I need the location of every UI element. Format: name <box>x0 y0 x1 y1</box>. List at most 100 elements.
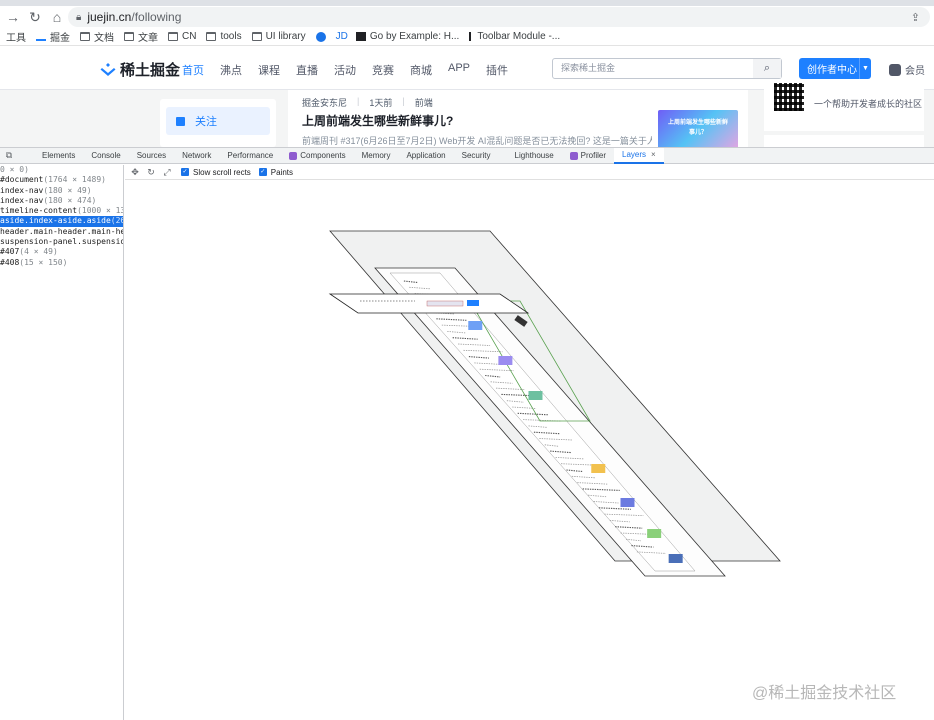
layer-size: (180 × 49) <box>43 185 92 195</box>
nav-item-following[interactable]: 关注 <box>166 107 270 135</box>
index-nav: 关注 <box>160 99 276 147</box>
feed-title[interactable]: 上周前端发生哪些新鲜事儿? <box>302 112 453 129</box>
layer-size: (4 × 49) <box>19 247 58 257</box>
bookmark-jd[interactable]: JD <box>336 31 348 42</box>
tab-memory[interactable]: Memory <box>354 148 399 164</box>
close-icon[interactable]: × <box>651 150 656 159</box>
header-creator-button <box>467 300 479 306</box>
nav-item-plugins[interactable]: 插件 <box>486 62 508 78</box>
header-search-box <box>426 300 464 307</box>
pan-mode-icon[interactable]: ✥ <box>127 167 143 178</box>
bookmark-docs[interactable]: 文档 <box>80 29 114 44</box>
nav-item-app[interactable]: APP <box>448 62 470 78</box>
layers-3d-svg[interactable] <box>125 181 934 720</box>
bookmark-tools-folder[interactable]: tools <box>206 31 242 42</box>
bookmark-label: tools <box>220 31 242 42</box>
bookmark-label: UI library <box>265 31 306 42</box>
layer-name: index-nav <box>0 195 44 205</box>
vip-icon <box>889 63 901 76</box>
reload-icon[interactable]: ↻ <box>24 6 46 28</box>
bookmark-juejin[interactable]: 掘金 <box>36 29 70 44</box>
layer-name: #document <box>0 175 44 185</box>
layer-tree-row[interactable]: 0 × 0) <box>0 165 123 175</box>
feed-tag[interactable]: 前端 <box>415 96 433 109</box>
feed-description: 前端周刊 #317(6月26日至7月2日) Web开发 AI混乱问题是否已无法挽… <box>302 136 652 146</box>
site-search-input[interactable]: 探索稀土掘金 ⌕ <box>552 58 782 79</box>
nav-item-shop[interactable]: 商城 <box>410 62 432 78</box>
tab-lighthouse[interactable]: Lighthouse <box>507 148 562 164</box>
lock-icon[interactable]: 🔒︎ <box>76 12 81 23</box>
layer-tree-row[interactable]: #407(4 × 49) <box>0 247 123 257</box>
bookmark-tools[interactable]: 工具 <box>6 29 26 44</box>
nav-item-events[interactable]: 活动 <box>334 62 356 78</box>
tab-elements[interactable]: Elements <box>34 148 83 164</box>
layer-name: aside.index-aside.aside <box>0 216 111 226</box>
bookmark-toolbar-module[interactable]: Toolbar Module -... <box>469 31 560 42</box>
device-toolbar-icon[interactable]: ⧉ <box>0 148 18 164</box>
home-icon[interactable]: ⌂ <box>46 6 68 28</box>
app-download-card[interactable]: 一个帮助开发者成长的社区 <box>764 79 924 131</box>
layer-tree-row[interactable]: timeline-content(1000 × 1389) <box>0 206 123 216</box>
layer-tree-row[interactable]: #document(1764 × 1489) <box>0 175 123 185</box>
bookmark-go-by-example[interactable]: Go by Example: H... <box>355 31 460 42</box>
rotate-mode-icon[interactable]: ↻ <box>143 167 159 178</box>
search-icon[interactable]: ⌕ <box>753 59 781 78</box>
vip-link[interactable]: 会员 <box>889 62 925 77</box>
sidebar-card <box>764 135 924 147</box>
chevron-down-icon[interactable]: ▼ <box>859 58 871 79</box>
slow-scroll-rects-checkbox[interactable]: ✓ Slow scroll rects <box>181 168 251 177</box>
vip-label: 会员 <box>905 66 925 77</box>
layer-tree-row[interactable]: suspension-panel.suspension-panel <box>0 237 123 247</box>
layer-name: index-nav <box>0 185 44 195</box>
share-icon[interactable]: ⇪ <box>911 11 920 24</box>
tab-profiler[interactable]: Profiler <box>562 148 614 164</box>
nav-item-contests[interactable]: 竞赛 <box>372 62 394 78</box>
layers-3d-view[interactable] <box>125 181 934 720</box>
article-thumbnail <box>591 464 606 473</box>
layer-tree-row[interactable]: index-nav(180 × 474) <box>0 196 123 206</box>
forward-icon[interactable]: → <box>2 6 24 28</box>
juejin-icon <box>36 32 46 41</box>
feed-item[interactable]: 掘金安东尼 | 1天前 | 前端 上周前端发生哪些新鲜事儿? 前端周刊 #317… <box>288 90 748 147</box>
address-bar[interactable]: 🔒︎ juejin.cn /following ⇪ <box>68 7 930 27</box>
feed-author[interactable]: 掘金安东尼 <box>302 96 347 109</box>
layer-size: (180 × 474) <box>43 195 97 205</box>
feed-thumbnail[interactable]: 上周前端发生哪些新鲜事儿？ <box>658 110 738 147</box>
creator-center-button[interactable]: 创作者中心 ▼ <box>799 58 871 79</box>
site-icon <box>315 31 326 42</box>
bookmark-ui-library[interactable]: UI library <box>251 31 306 42</box>
tab-components[interactable]: Components <box>281 148 353 164</box>
site-nav: 首页 沸点 课程 直播 活动 竞赛 商城 APP 插件 <box>182 62 524 78</box>
bookmarks-bar: 工具 掘金 文档 文章 CN tools UI library JD Go by… <box>0 28 934 46</box>
tab-network[interactable]: Network <box>174 148 219 164</box>
nav-item-home[interactable]: 首页 <box>182 62 204 78</box>
layer-tree-row[interactable]: header.main-header.main-header.visi <box>0 227 123 237</box>
article-thumbnail <box>468 321 483 330</box>
layer-tree-row[interactable]: index-nav(180 × 49) <box>0 186 123 196</box>
paints-checkbox[interactable]: ✓ Paints <box>258 168 293 177</box>
tab-layers[interactable]: Layers × <box>614 147 664 164</box>
layer-tree-row[interactable]: aside.index-aside.aside(260 × 859) <box>0 216 123 227</box>
article-thumbnail <box>498 356 513 365</box>
folder-icon <box>168 32 178 41</box>
bookmark-label: Go by Example: H... <box>369 31 460 42</box>
bookmark-articles[interactable]: 文章 <box>124 29 158 44</box>
nav-item-courses[interactable]: 课程 <box>258 62 280 78</box>
nav-item-live[interactable]: 直播 <box>296 62 318 78</box>
layer-tree-row[interactable]: #408(15 × 150) <box>0 258 123 268</box>
nav-item-pins[interactable]: 沸点 <box>220 62 242 78</box>
layer-size: (1764 × 1489) <box>43 175 106 185</box>
tab-security[interactable]: Security <box>454 148 499 164</box>
tab-console[interactable]: Console <box>83 148 128 164</box>
tab-sources[interactable]: Sources <box>129 148 174 164</box>
tab-application[interactable]: Application <box>398 148 453 164</box>
reset-transform-icon[interactable]: ⤢ <box>159 167 175 178</box>
article-thumbnail <box>620 498 635 507</box>
layer-size: 0 × 0) <box>0 165 29 174</box>
juejin-logo-icon <box>100 62 116 76</box>
bookmark-circle[interactable] <box>315 31 330 42</box>
bookmark-cn[interactable]: CN <box>168 31 196 42</box>
site-logo[interactable]: 稀土掘金 <box>100 59 180 80</box>
tab-label: Layers <box>622 150 647 159</box>
tab-performance[interactable]: Performance <box>219 148 281 164</box>
